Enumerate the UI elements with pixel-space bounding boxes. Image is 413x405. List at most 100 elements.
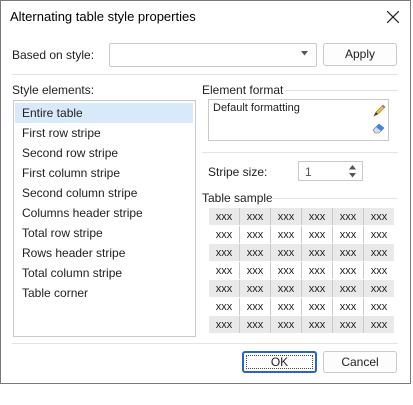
table-cell: xxx: [239, 297, 271, 316]
table-row: xxx xxx xxx xxx xxx xxx: [209, 315, 394, 334]
table-cell: xxx: [332, 208, 364, 226]
middle-divider: [202, 152, 398, 153]
style-elements-label: Style elements:: [12, 83, 95, 97]
cancel-button-label: Cancel: [341, 355, 379, 369]
table-cell: xxx: [332, 261, 364, 280]
table-cell: xxx: [209, 315, 240, 334]
table-cell: xxx: [301, 225, 333, 244]
stripe-size-stepper[interactable]: 1: [298, 161, 363, 181]
list-item-label: Entire table: [22, 106, 83, 120]
table-cell: xxx: [363, 315, 394, 334]
table-cell: xxx: [270, 261, 302, 280]
table-cell: xxx: [209, 297, 240, 316]
list-item-label: Total column stripe: [22, 266, 123, 280]
list-item-label: Columns header stripe: [22, 206, 143, 220]
table-cell: xxx: [332, 279, 364, 298]
table-cell: xxx: [239, 243, 271, 262]
table-sample-grid: xxx xxx xxx xxx xxx xxx xxx xxx xxx xxx xxx xxx xxx x…: [209, 208, 394, 334]
table-row: xxx xxx xxx xxx xxx xxx: [209, 208, 394, 226]
table-cell: xxx: [270, 243, 302, 262]
list-item-entire-table[interactable]: Entire table: [15, 103, 193, 123]
table-cell: xxx: [301, 297, 333, 316]
close-icon: [387, 11, 399, 23]
eraser-icon[interactable]: [372, 122, 386, 134]
list-item-columns-header-stripe[interactable]: Columns header stripe: [15, 203, 193, 223]
list-item-label: First column stripe: [22, 166, 121, 180]
table-cell: xxx: [332, 315, 364, 334]
table-cell: xxx: [332, 243, 364, 262]
table-cell: xxx: [301, 279, 333, 298]
list-item-total-column-stripe[interactable]: Total column stripe: [15, 263, 193, 283]
based-on-style-dropdown[interactable]: [109, 43, 317, 67]
table-cell: xxx: [301, 261, 333, 280]
table-cell: xxx: [209, 261, 240, 280]
focus-ring: [246, 355, 313, 369]
list-item-label: First row stripe: [22, 126, 101, 140]
table-row: xxx xxx xxx xxx xxx xxx: [209, 279, 394, 298]
list-item-label: Second row stripe: [22, 146, 119, 160]
dialog-window: Alternating table style properties Based…: [0, 0, 411, 384]
table-cell: xxx: [239, 225, 271, 244]
top-divider: [12, 74, 398, 75]
table-cell: xxx: [363, 279, 394, 298]
table-cell: xxx: [363, 243, 394, 262]
dialog-title: Alternating table style properties: [10, 9, 196, 24]
list-item-label: Total row stripe: [22, 226, 103, 240]
list-item-total-row-stripe[interactable]: Total row stripe: [15, 223, 193, 243]
bottom-divider: [12, 343, 398, 344]
list-item-second-row-stripe[interactable]: Second row stripe: [15, 143, 193, 163]
list-item-table-corner[interactable]: Table corner: [15, 283, 193, 303]
table-cell: xxx: [209, 208, 240, 226]
table-cell: xxx: [239, 279, 271, 298]
table-cell: xxx: [270, 315, 302, 334]
cancel-button[interactable]: Cancel: [323, 351, 397, 373]
table-cell: xxx: [363, 208, 394, 226]
apply-button-label: Apply: [344, 47, 376, 61]
table-cell: xxx: [270, 225, 302, 244]
table-row: xxx xxx xxx xxx xxx xxx: [209, 243, 394, 262]
list-item-first-row-stripe[interactable]: First row stripe: [15, 123, 193, 143]
table-cell: xxx: [301, 208, 333, 226]
ok-button[interactable]: OK: [242, 351, 317, 373]
list-item-first-column-stripe[interactable]: First column stripe: [15, 163, 193, 183]
table-cell: xxx: [239, 208, 271, 226]
chevron-down-icon: [301, 51, 308, 56]
chevron-down-icon[interactable]: [349, 173, 356, 178]
table-cell: xxx: [301, 243, 333, 262]
list-item-label: Second column stripe: [22, 186, 138, 200]
table-row: xxx xxx xxx xxx xxx xxx: [209, 261, 394, 280]
list-item-label: Rows header stripe: [22, 246, 126, 260]
table-cell: xxx: [209, 243, 240, 262]
list-item-second-column-stripe[interactable]: Second column stripe: [15, 183, 193, 203]
table-cell: xxx: [363, 261, 394, 280]
list-item-label: Table corner: [22, 286, 89, 300]
table-cell: xxx: [301, 315, 333, 334]
table-cell: xxx: [332, 225, 364, 244]
apply-button[interactable]: Apply: [323, 43, 397, 66]
pencil-icon[interactable]: [372, 104, 386, 118]
table-cell: xxx: [363, 225, 394, 244]
table-cell: xxx: [239, 261, 271, 280]
list-item-rows-header-stripe[interactable]: Rows header stripe: [15, 243, 193, 263]
element-format-preview: Default formatting: [208, 99, 389, 141]
table-cell: xxx: [270, 208, 302, 226]
table-cell: xxx: [239, 315, 271, 334]
element-format-text: Default formatting: [213, 102, 300, 114]
stripe-size-label: Stripe size:: [208, 165, 268, 179]
table-cell: xxx: [332, 297, 364, 316]
table-row: xxx xxx xxx xxx xxx xxx: [209, 225, 394, 244]
style-elements-list[interactable]: Entire table First row stripe Second row…: [13, 100, 196, 337]
title-bar: Alternating table style properties: [1, 1, 410, 33]
table-sample-divider: [271, 198, 398, 199]
based-on-style-label: Based on style:: [12, 48, 95, 62]
stripe-size-value: 1: [305, 165, 312, 179]
table-cell: xxx: [270, 279, 302, 298]
table-cell: xxx: [270, 297, 302, 316]
table-sample-label: Table sample: [202, 191, 273, 205]
table-cell: xxx: [209, 279, 240, 298]
chevron-up-icon[interactable]: [349, 165, 356, 170]
element-format-divider: [286, 90, 398, 91]
element-format-label: Element format: [202, 83, 284, 97]
table-row: xxx xxx xxx xxx xxx xxx: [209, 297, 394, 316]
close-button[interactable]: [379, 5, 407, 29]
